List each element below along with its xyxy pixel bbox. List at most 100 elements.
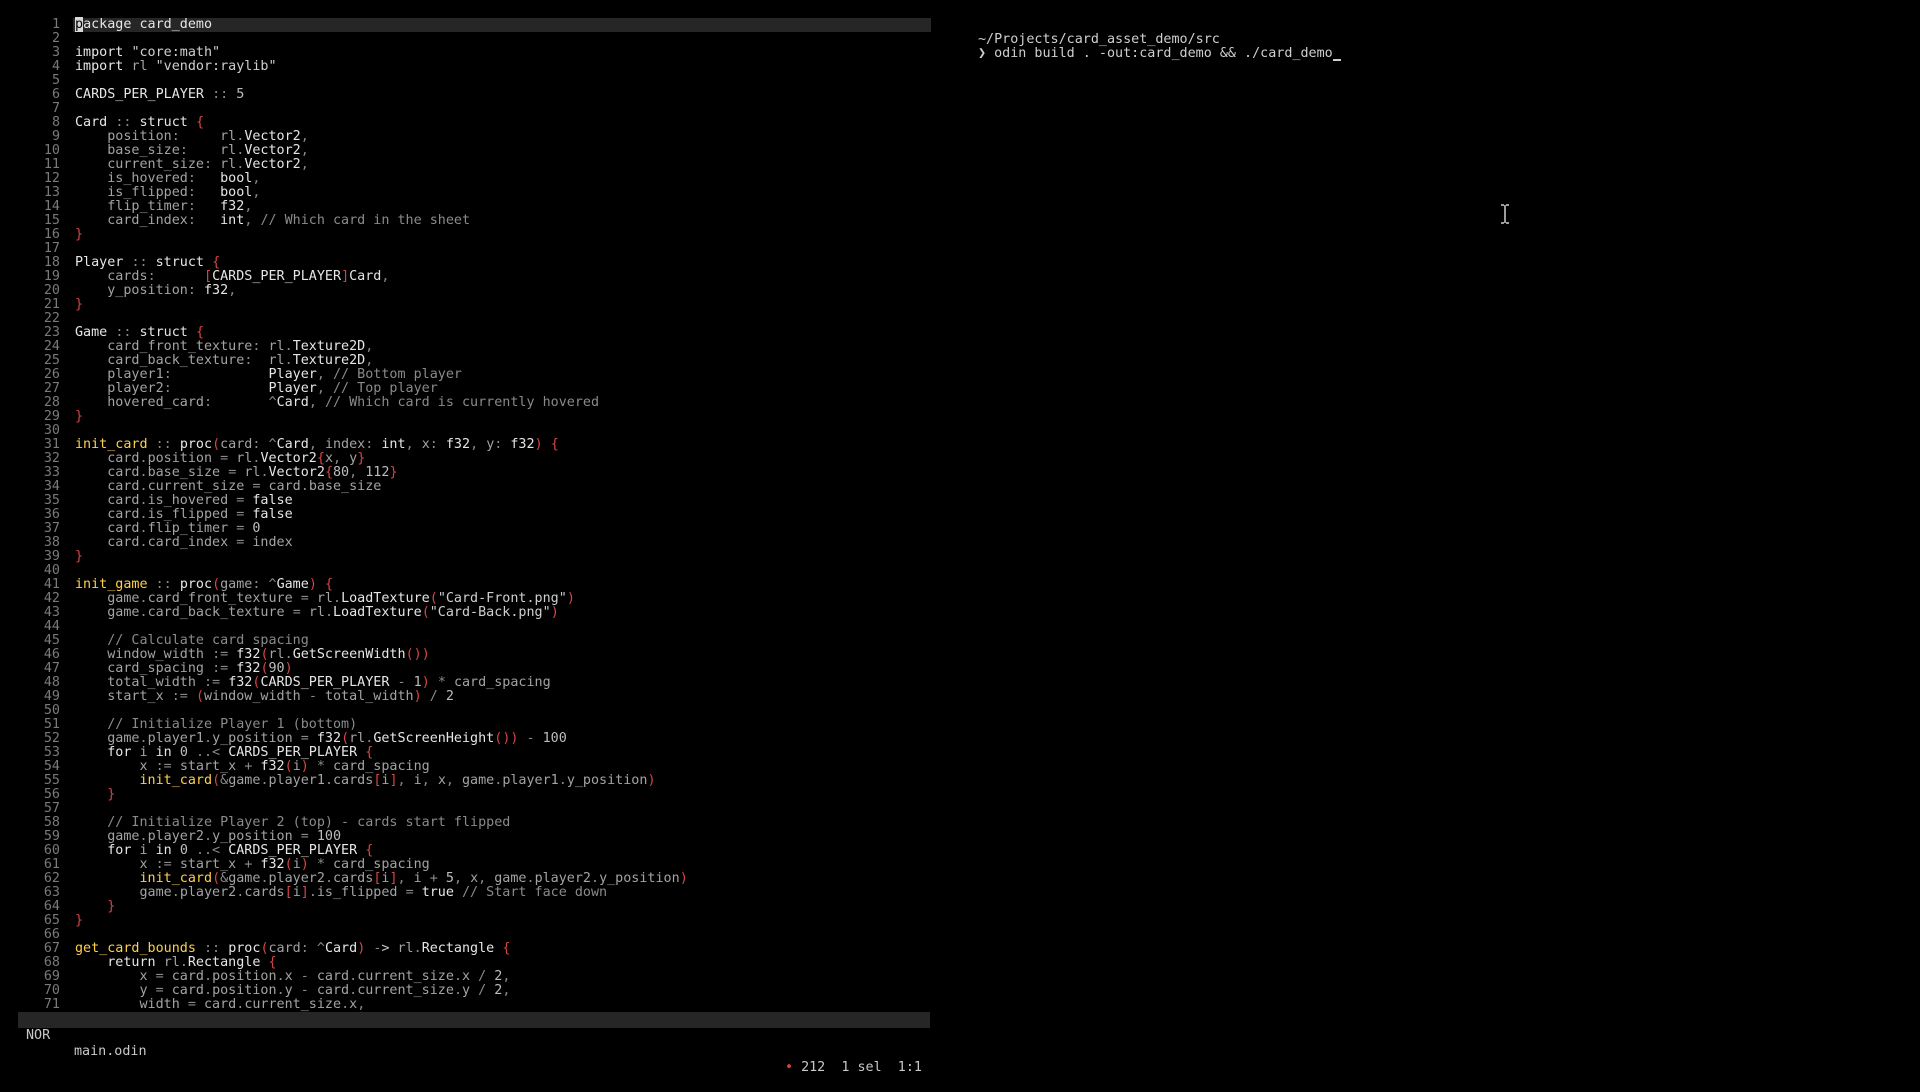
code-line[interactable]: 11 current_size: rl.Vector2, [0, 158, 935, 172]
code-line[interactable]: 4 import rl "vendor:raylib" [0, 60, 935, 74]
code-text[interactable]: package card_demo [75, 17, 212, 32]
code-text[interactable]: init_game :: proc(game: ^Game) { [75, 578, 333, 592]
code-text[interactable]: x = card.position.x - card.current_size.… [75, 970, 511, 984]
code-text[interactable]: card.base_size = rl.Vector2{80, 112} [75, 466, 397, 480]
code-line[interactable]: 6 CARDS_PER_PLAYER :: 5 [0, 88, 935, 102]
code-line[interactable]: 42 game.card_front_texture = rl.LoadText… [0, 592, 935, 606]
code-editor-pane[interactable]: 1 package card_demo 2 3 import "core:math" 4 i… [0, 0, 935, 1075]
code-text[interactable]: init_card(&game.player1.cards[i], i, x, … [75, 774, 656, 788]
code-text[interactable]: window_width := f32(rl.GetScreenWidth()) [75, 648, 430, 662]
code-text[interactable]: game.player2.cards[i].is_flipped = true … [75, 886, 608, 900]
code-line[interactable]: 19 cards: [CARDS_PER_PLAYER]Card, [0, 270, 935, 284]
code-line[interactable]: 16} [0, 228, 935, 242]
code-line[interactable]: 52 game.player1.y_position = f32(rl.GetS… [0, 732, 935, 746]
code-text[interactable]: card.position = rl.Vector2{x, y} [75, 452, 365, 466]
code-line[interactable]: 30 [0, 424, 935, 438]
code-text[interactable]: card_front_texture: rl.Texture2D, [75, 340, 373, 354]
code-line[interactable]: 47 card_spacing := f32(90) [0, 662, 935, 676]
code-line[interactable]: 35 card.is_hovered = false [0, 494, 935, 508]
code-text[interactable]: for i in 0 ..< CARDS_PER_PLAYER { [75, 844, 373, 858]
code-line[interactable]: 33 card.base_size = rl.Vector2{80, 112} [0, 466, 935, 480]
code-line[interactable]: 64 } [0, 900, 935, 914]
code-line[interactable]: 57 [0, 802, 935, 816]
code-line[interactable]: 5 [0, 74, 935, 88]
code-text[interactable]: CARDS_PER_PLAYER :: 5 [75, 88, 244, 102]
code-line[interactable]: 46 window_width := f32(rl.GetScreenWidth… [0, 648, 935, 662]
code-line[interactable]: 38 card.card_index = index [0, 536, 935, 550]
code-text[interactable]: init_card(&game.player2.cards[i], i + 5,… [75, 872, 688, 886]
code-text[interactable]: return rl.Rectangle { [75, 956, 276, 970]
code-line[interactable]: 37 card.flip_timer = 0 [0, 522, 935, 536]
code-line[interactable]: 18 Player :: struct { [0, 256, 935, 270]
code-line[interactable]: 34 card.current_size = card.base_size [0, 480, 935, 494]
code-line[interactable]: 32 card.position = rl.Vector2{x, y} [0, 452, 935, 466]
code-line[interactable]: 58 // Initialize Player 2 (top) - cards … [0, 816, 935, 830]
code-text[interactable]: player1: Player, // Bottom player [75, 368, 462, 382]
code-text[interactable]: Card :: struct { [75, 116, 204, 130]
code-line[interactable]: 48 total_width := f32(CARDS_PER_PLAYER -… [0, 676, 935, 690]
code-line[interactable]: 54 x := start_x + f32(i) * card_spacing [0, 760, 935, 774]
code-line[interactable]: 55 init_card(&game.player1.cards[i], i, … [0, 774, 935, 788]
code-line[interactable]: 1 package card_demo [0, 17, 935, 32]
code-text[interactable]: } [75, 788, 115, 802]
code-line[interactable]: 51 // Initialize Player 1 (bottom) [0, 718, 935, 732]
code-line[interactable]: 7 [0, 102, 935, 116]
code-text[interactable]: y = card.position.y - card.current_size.… [75, 984, 511, 998]
code-line[interactable]: 44 [0, 620, 935, 634]
code-text[interactable]: base_size: rl.Vector2, [75, 144, 309, 158]
code-text[interactable]: card_back_texture: rl.Texture2D, [75, 354, 373, 368]
code-line[interactable]: 39} [0, 550, 935, 564]
code-text[interactable]: init_card :: proc(card: ^Card, index: in… [75, 438, 559, 452]
code-line[interactable]: 15 card_index: int, // Which card in the… [0, 214, 935, 228]
code-text[interactable]: import "core:math" [75, 46, 220, 60]
terminal-command-line[interactable]: ❯ odin build . -out:card_demo && ./card_… [978, 47, 1878, 61]
code-line[interactable]: 36 card.is_flipped = false [0, 508, 935, 522]
code-text[interactable]: // Initialize Player 2 (top) - cards sta… [75, 816, 510, 830]
code-line[interactable]: 26 player1: Player, // Bottom player [0, 368, 935, 382]
code-line[interactable]: 14 flip_timer: f32, [0, 200, 935, 214]
code-line[interactable]: 27 player2: Player, // Top player [0, 382, 935, 396]
code-text[interactable]: card.is_flipped = false [75, 508, 292, 522]
code-text[interactable]: get_card_bounds :: proc(card: ^Card) -> … [75, 942, 510, 956]
code-text[interactable]: for i in 0 ..< CARDS_PER_PLAYER { [75, 746, 373, 760]
code-text[interactable]: player2: Player, // Top player [75, 382, 438, 396]
code-buffer[interactable]: 1 package card_demo 2 3 import "core:math" 4 i… [0, 17, 935, 1012]
terminal-command[interactable]: odin build . -out:card_demo && ./card_de… [986, 46, 1333, 61]
code-line[interactable]: 41 init_game :: proc(game: ^Game) { [0, 578, 935, 592]
code-text[interactable]: y_position: f32, [75, 284, 236, 298]
code-text[interactable]: } [75, 228, 83, 242]
code-text[interactable]: card.current_size = card.base_size [75, 480, 381, 494]
code-text[interactable]: card_index: int, // Which card in the sh… [75, 214, 470, 228]
code-text[interactable]: card.is_hovered = false [75, 494, 292, 508]
code-line[interactable]: 60 for i in 0 ..< CARDS_PER_PLAYER { [0, 844, 935, 858]
code-text[interactable]: cards: [CARDS_PER_PLAYER]Card, [75, 270, 389, 284]
code-text[interactable]: game.player1.y_position = f32(rl.GetScre… [75, 732, 567, 746]
code-line[interactable]: 17 [0, 242, 935, 256]
code-line[interactable]: 22 [0, 312, 935, 326]
code-text[interactable]: card.card_index = index [75, 536, 292, 550]
code-line[interactable]: 49 start_x := (window_width - total_widt… [0, 690, 935, 704]
code-line[interactable]: 3 import "core:math" [0, 46, 935, 60]
code-text[interactable]: import rl "vendor:raylib" [75, 60, 277, 74]
terminal-pane[interactable]: ~/Projects/card_asset_demo/src ❯ odin bu… [978, 33, 1878, 61]
code-text[interactable]: game.card_back_texture = rl.LoadTexture(… [75, 606, 559, 620]
code-line[interactable]: 71 width = card.current_size.x, [0, 998, 935, 1012]
code-text[interactable]: x := start_x + f32(i) * card_spacing [75, 760, 430, 774]
code-text[interactable]: } [75, 410, 83, 424]
code-text[interactable]: } [75, 914, 83, 928]
code-line[interactable]: 23 Game :: struct { [0, 326, 935, 340]
code-text[interactable]: width = card.current_size.x, [75, 998, 366, 1012]
code-line[interactable]: 50 [0, 704, 935, 718]
code-text[interactable]: current_size: rl.Vector2, [75, 158, 309, 172]
code-line[interactable]: 69 x = card.position.x - card.current_si… [0, 970, 935, 984]
code-line[interactable]: 70 y = card.position.y - card.current_si… [0, 984, 935, 998]
code-text[interactable]: is_hovered: bool, [75, 172, 260, 186]
code-line[interactable]: 24 card_front_texture: rl.Texture2D, [0, 340, 935, 354]
code-text[interactable]: flip_timer: f32, [75, 200, 252, 214]
code-line[interactable]: 9 position: rl.Vector2, [0, 130, 935, 144]
code-line[interactable]: 25 card_back_texture: rl.Texture2D, [0, 354, 935, 368]
code-line[interactable]: 62 init_card(&game.player2.cards[i], i +… [0, 872, 935, 886]
code-text[interactable]: // Calculate card spacing [75, 634, 309, 648]
code-line[interactable]: 2 [0, 32, 935, 46]
code-text[interactable]: game.player2.y_position = 100 [75, 830, 341, 844]
